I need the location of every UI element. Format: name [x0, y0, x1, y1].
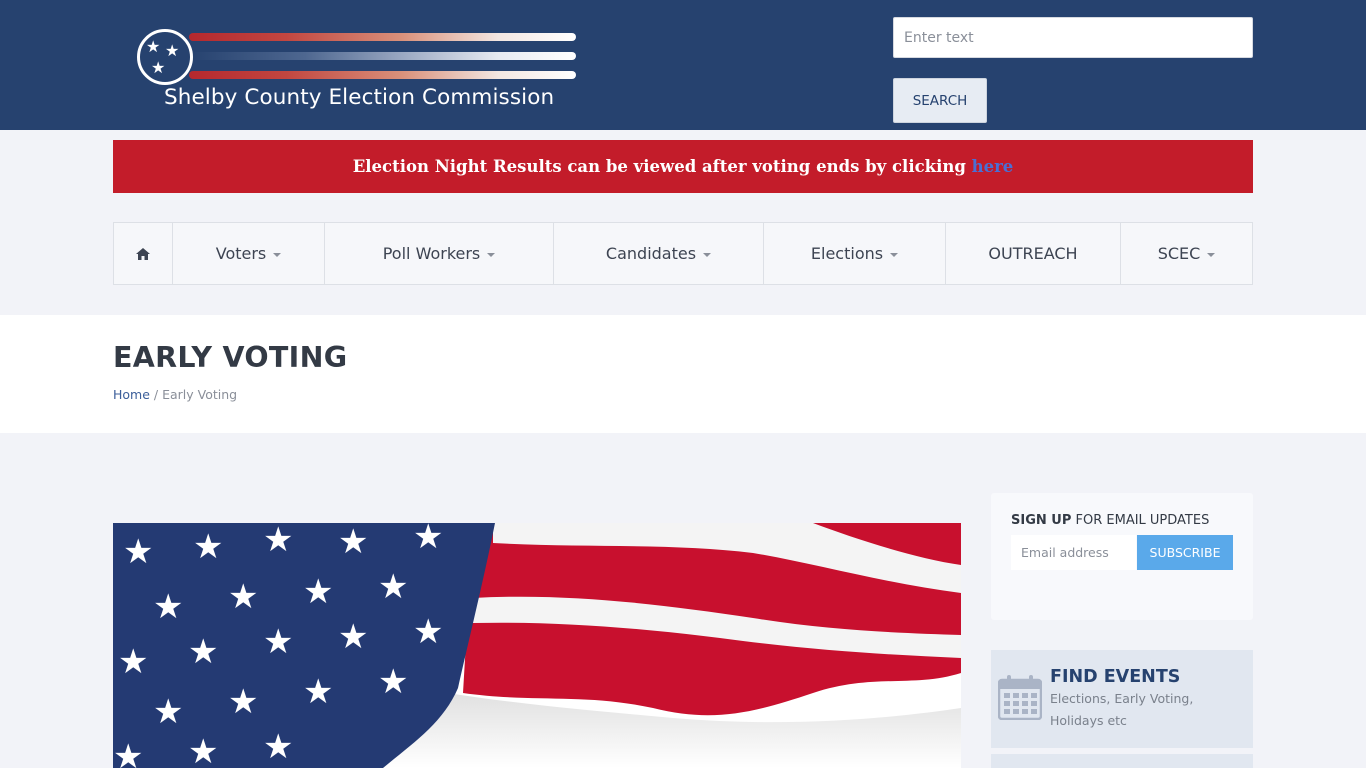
search-button[interactable]: SEARCH: [893, 78, 987, 123]
svg-text:★: ★: [153, 587, 183, 627]
alert-text: Election Night Results can be viewed aft…: [352, 157, 972, 176]
email-field[interactable]: [1011, 535, 1136, 570]
nav-candidates[interactable]: Candidates: [554, 223, 764, 284]
nav-voters-label: Voters: [215, 244, 267, 263]
chevron-down-icon: [487, 252, 496, 257]
svg-text:★: ★: [118, 642, 148, 682]
nav-candidates-label: Candidates: [605, 244, 697, 263]
site-logo[interactable]: ★ ★ ★ Shelby County Election Commission: [137, 27, 579, 115]
american-flag-image: ★ ★ ★ ★ ★ ★ ★ ★ ★ ★ ★ ★ ★ ★ ★ ★ ★ ★ ★ ★ ★: [113, 523, 961, 768]
svg-text:★: ★: [413, 612, 443, 652]
nav-outreach[interactable]: OUTREACH: [946, 223, 1121, 284]
svg-text:★: ★: [413, 523, 443, 557]
breadcrumb-separator: /: [149, 387, 163, 402]
email-signup-box: SIGN UP FOR EMAIL UPDATES SUBSCRIBE: [991, 493, 1253, 620]
nav-scec-label: SCEC: [1157, 244, 1201, 263]
page-title: EARLY VOTING: [113, 341, 348, 374]
svg-text:★: ★: [263, 523, 293, 560]
chevron-down-icon: [1207, 252, 1216, 257]
main-nav: Voters Poll Workers Candidates Elections…: [113, 222, 1253, 285]
svg-text:★: ★: [263, 622, 293, 662]
find-events-title: FIND EVENTS: [1050, 667, 1181, 687]
breadcrumb: Home / Early Voting: [113, 387, 237, 402]
alert-results-link[interactable]: here: [972, 157, 1014, 176]
svg-text:★: ★: [153, 692, 183, 732]
nav-poll-workers-label: Poll Workers: [382, 244, 481, 263]
nav-voters[interactable]: Voters: [173, 223, 325, 284]
logo-text: Shelby County Election Commission: [164, 85, 555, 110]
svg-text:★: ★: [228, 577, 258, 617]
logo-stripe: [189, 33, 576, 41]
chevron-down-icon: [273, 252, 282, 257]
find-events-box[interactable]: FIND EVENTS Elections, Early Voting, Hol…: [991, 650, 1253, 748]
calendar-icon: [998, 675, 1042, 720]
logo-stripe: [189, 71, 576, 79]
nav-elections[interactable]: Elections: [764, 223, 946, 284]
svg-text:★: ★: [123, 532, 153, 572]
svg-text:★: ★: [228, 682, 258, 722]
signup-title-rest: FOR EMAIL UPDATES: [1071, 513, 1210, 528]
signup-title: SIGN UP FOR EMAIL UPDATES: [1011, 513, 1209, 528]
svg-text:★: ★: [303, 672, 333, 712]
nav-poll-workers[interactable]: Poll Workers: [325, 223, 554, 284]
svg-text:★: ★: [338, 523, 368, 562]
breadcrumb-home-link[interactable]: Home: [113, 387, 150, 402]
svg-text:★: ★: [303, 572, 333, 612]
svg-text:★: ★: [188, 732, 218, 768]
breadcrumb-current: Early Voting: [162, 387, 238, 402]
svg-text:★: ★: [188, 632, 218, 672]
site-header: ★ ★ ★ Shelby County Election Commission …: [0, 0, 1366, 130]
svg-text:★: ★: [193, 527, 223, 567]
sidebar-widget: [991, 754, 1253, 768]
search-input[interactable]: [893, 17, 1253, 58]
chevron-down-icon: [703, 252, 712, 257]
svg-text:★: ★: [378, 662, 408, 702]
logo-stripe: [189, 52, 576, 60]
tri-star-icon: ★ ★ ★: [137, 29, 193, 85]
home-icon: [136, 247, 150, 260]
svg-text:★: ★: [263, 727, 293, 767]
signup-title-bold: SIGN UP: [1011, 513, 1072, 528]
nav-home[interactable]: [114, 223, 173, 284]
chevron-down-icon: [890, 252, 899, 257]
nav-scec[interactable]: SCEC: [1121, 223, 1252, 284]
find-events-description: Elections, Early Voting, Holidays etc: [1050, 691, 1194, 728]
flag-hero-image: ★ ★ ★ ★ ★ ★ ★ ★ ★ ★ ★ ★ ★ ★ ★ ★ ★ ★ ★ ★ ★: [113, 523, 961, 768]
nav-outreach-label: OUTREACH: [988, 244, 1078, 263]
nav-elections-label: Elections: [810, 244, 884, 263]
election-results-alert: Election Night Results can be viewed aft…: [113, 140, 1253, 193]
svg-text:★: ★: [378, 567, 408, 607]
svg-text:★: ★: [338, 617, 368, 657]
page-title-band: EARLY VOTING Home / Early Voting: [0, 315, 1366, 433]
subscribe-button[interactable]: SUBSCRIBE: [1137, 535, 1233, 570]
svg-text:★: ★: [113, 737, 143, 768]
